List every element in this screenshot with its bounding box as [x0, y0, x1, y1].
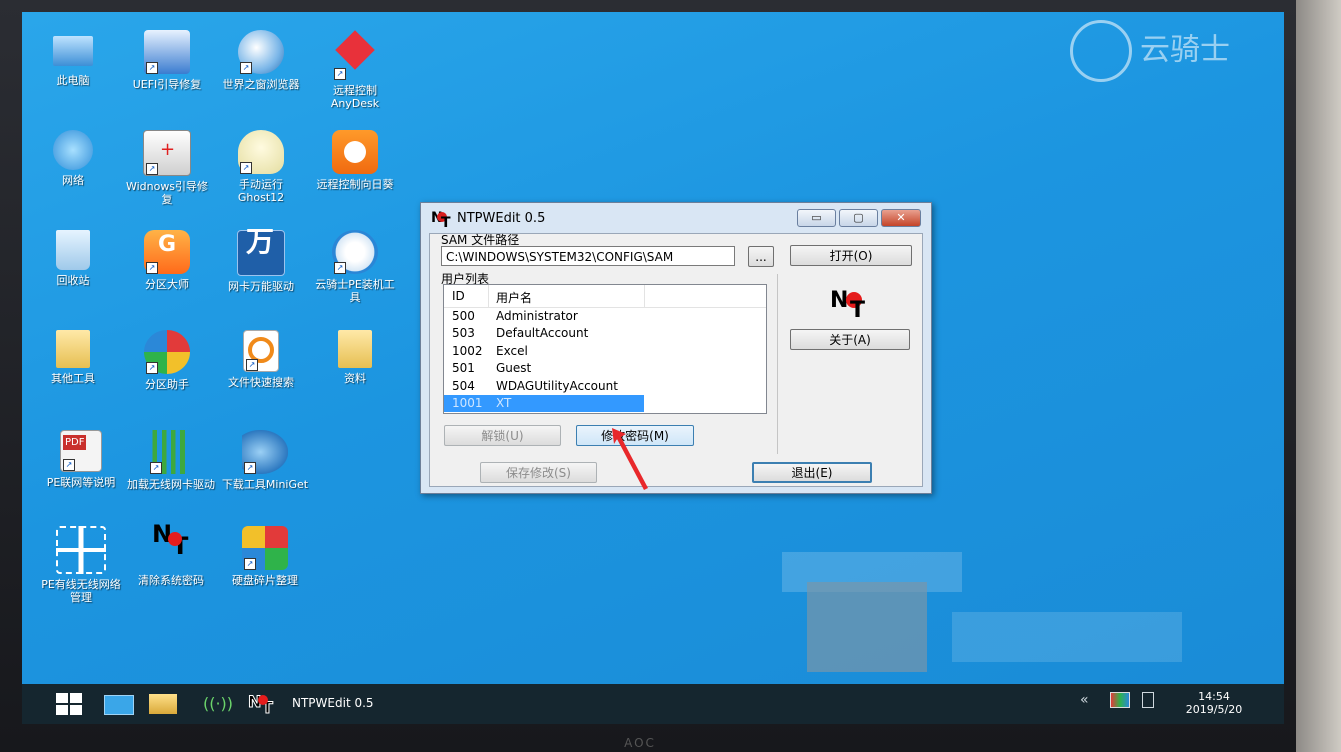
desktop-icon-recycle-bin[interactable]: 回收站	[28, 230, 118, 287]
file-search-icon: ↗	[243, 330, 279, 372]
column-separator[interactable]	[488, 285, 489, 307]
windows-logo-icon	[56, 693, 82, 715]
anydesk-icon: ↗	[332, 30, 378, 80]
partition-master-icon: G ↗	[144, 230, 190, 274]
sam-path-input[interactable]: C:\WINDOWS\SYSTEM32\CONFIG\SAM	[441, 246, 735, 266]
taskbar-app-ntpwedit[interactable]: N T NTPWEdit 0.5	[244, 690, 404, 718]
system-clock[interactable]: 14:54 2019/5/20	[1184, 690, 1244, 716]
background-wall	[1296, 0, 1341, 752]
explorer-quicklaunch-button[interactable]	[146, 690, 180, 718]
network-diagram-icon	[56, 526, 106, 574]
folder-icon	[56, 330, 90, 368]
desktop-icon-defrag[interactable]: ↗ 硬盘碎片整理	[220, 526, 310, 587]
ntpw-key-icon: NT	[152, 520, 189, 560]
start-button[interactable]	[50, 690, 88, 718]
knight-logo-icon	[1070, 20, 1132, 82]
defrag-cubes-icon: ↗	[242, 526, 288, 570]
display-icon[interactable]	[1110, 692, 1130, 708]
folder-icon	[338, 330, 372, 368]
desktop-icon-pe-network-manager[interactable]: PE有线无线网络管理	[36, 526, 126, 604]
folder-icon	[149, 694, 177, 714]
desktop-icon-other-tools[interactable]: 其他工具	[28, 330, 118, 385]
taskbar-app-label: NTPWEdit 0.5	[292, 696, 374, 710]
table-row[interactable]: 504 WDAGUtilityAccount	[444, 378, 766, 395]
computer-icon	[53, 36, 93, 66]
desktop-icon-windows-boot-repair[interactable]: + ↗ Widnows引导修复	[122, 130, 212, 206]
table-row[interactable]: 503 DefaultAccount	[444, 325, 766, 342]
window-titlebar[interactable]: NT NTPWEdit 0.5 ▭ ▢ ✕	[421, 203, 931, 233]
knight-icon: ↗	[332, 230, 378, 274]
ntpw-app-icon: NT	[431, 210, 453, 231]
ghost-icon: ↗	[238, 130, 284, 174]
desktop-icon-pe-network-guide[interactable]: PDF ↗ PE联网等说明	[36, 430, 126, 489]
unlock-button[interactable]: 解锁(U)	[444, 425, 561, 446]
ntpwedit-window: NT NTPWEdit 0.5 ▭ ▢ ✕ SAM 文件路径 C:\WINDOW…	[420, 202, 932, 494]
usb-drive-icon[interactable]	[1142, 692, 1154, 708]
desktop-quicklaunch-button[interactable]	[102, 690, 136, 718]
table-row[interactable]: 1002 Excel	[444, 343, 766, 360]
column-header-name[interactable]: 用户名	[496, 289, 532, 306]
desktop-icon-partition-assistant[interactable]: ↗ 分区助手	[122, 330, 212, 391]
exit-button[interactable]: 退出(E)	[752, 462, 872, 483]
watermark: 云骑士	[1070, 20, 1230, 82]
monitor-icon	[104, 695, 134, 715]
desktop-icon-miniget[interactable]: ↗ 下载工具MiniGet	[220, 430, 310, 491]
listview-header: ID 用户名	[444, 285, 766, 308]
open-button[interactable]: 打开(O)	[790, 245, 912, 266]
desktop-icon-anydesk[interactable]: ↗ 远程控制AnyDesk	[310, 30, 400, 110]
user-listview[interactable]: ID 用户名 500 Administrator 503 DefaultAccoun…	[443, 284, 767, 414]
monitor-tool-icon: ↗	[144, 30, 190, 74]
wifi-bars-icon: ↗	[148, 430, 194, 474]
desktop-icon-wan-driver[interactable]: 万 网卡万能驱动	[216, 228, 306, 294]
column-separator[interactable]	[644, 285, 645, 307]
annotation-arrow	[612, 428, 648, 490]
desktop-icon-clear-password[interactable]: NT 清除系统密码	[126, 520, 216, 587]
divider	[777, 274, 778, 454]
desktop-icon-sunlogin[interactable]: 远程控制向日葵	[310, 130, 400, 191]
pdf-icon: PDF ↗	[60, 430, 102, 472]
network-globe-icon	[53, 130, 93, 170]
desktop-icon-browser[interactable]: ↗ 世界之窗浏览器	[216, 30, 306, 91]
close-button[interactable]: ✕	[881, 209, 921, 227]
column-header-id[interactable]: ID	[452, 289, 465, 303]
maximize-button[interactable]: ▢	[839, 209, 878, 227]
desktop-icon-ghost[interactable]: ↗ 手动运行Ghost12	[216, 130, 306, 204]
table-row-selected[interactable]: 1001 XT	[444, 394, 644, 413]
window-client-area: SAM 文件路径 C:\WINDOWS\SYSTEM32\CONFIG\SAM …	[429, 233, 923, 487]
desktop-icon-network[interactable]: 网络	[28, 130, 118, 187]
table-row[interactable]: 501 Guest	[444, 360, 766, 377]
ntpw-key-icon: N T	[247, 692, 273, 718]
wireless-signal-icon: ((·))	[202, 694, 234, 713]
table-row[interactable]: 500 Administrator	[444, 308, 766, 325]
wan-driver-icon: 万	[237, 228, 285, 276]
blurred-region	[807, 582, 927, 672]
desktop-icon-documents[interactable]: 资料	[310, 330, 400, 385]
monitor-brand: AOC	[624, 736, 656, 750]
taskbar: ((·)) N T NTPWEdit 0.5 « 14:54 2019/5/20	[22, 684, 1284, 724]
globe-icon: ↗	[238, 30, 284, 74]
tray-expand-button[interactable]: «	[1080, 692, 1089, 708]
wifi-tool-button[interactable]: ((·))	[202, 690, 234, 718]
desktop-icon-wifi-driver[interactable]: ↗ 加载无线网卡驱动	[126, 430, 216, 491]
desktop-icon-file-search[interactable]: ↗ 文件快速搜索	[216, 330, 306, 389]
browse-button[interactable]: ...	[748, 246, 774, 267]
blurred-region	[952, 612, 1182, 662]
ntpw-logo-icon: NT	[830, 288, 866, 323]
about-button[interactable]: 关于(A)	[790, 329, 910, 350]
sunflower-icon	[332, 130, 378, 174]
desktop-icon-partition-master[interactable]: G ↗ 分区大师	[122, 230, 212, 291]
desktop-icon-this-pc[interactable]: 此电脑	[28, 30, 118, 87]
recycle-bin-icon	[56, 230, 90, 270]
minimize-button[interactable]: ▭	[797, 209, 836, 227]
fish-icon: ↗	[242, 430, 288, 474]
save-changes-button[interactable]: 保存修改(S)	[480, 462, 597, 483]
window-title: NTPWEdit 0.5	[457, 211, 546, 226]
desktop-icon-pe-installer[interactable]: ↗ 云骑士PE装机工具	[310, 230, 400, 304]
desktop-icon-uefi-repair[interactable]: ↗ UEFI引导修复	[122, 30, 212, 91]
partition-assistant-icon: ↗	[144, 330, 190, 374]
medkit-icon: + ↗	[143, 130, 191, 176]
